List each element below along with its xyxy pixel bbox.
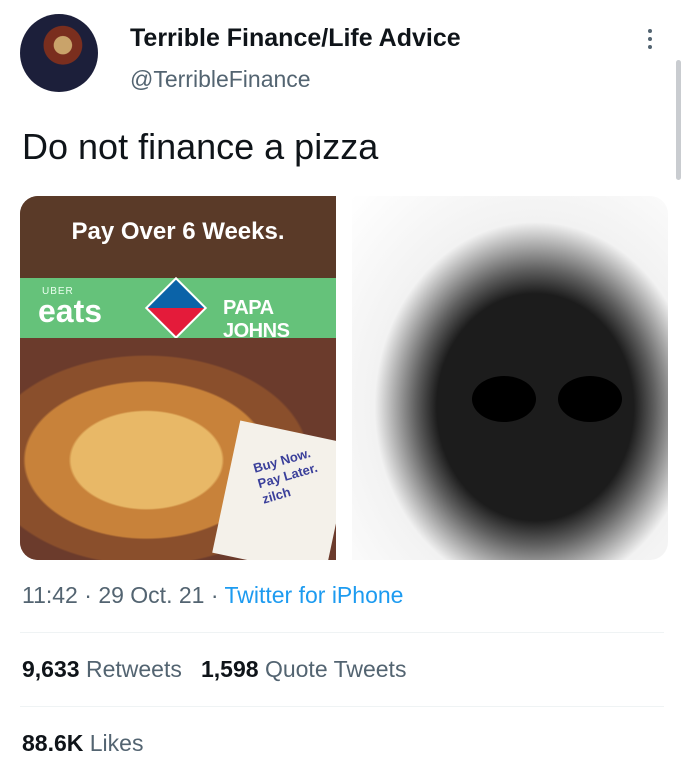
media-image-wojak[interactable] — [352, 196, 668, 560]
divider — [20, 706, 664, 707]
tweet-text: Do not finance a pizza — [22, 126, 379, 167]
papa-johns-logo: PAPA JOHNS — [223, 297, 290, 342]
engagement-stats: 9,633 Retweets 1,598 Quote Tweets — [22, 656, 406, 683]
tweet-media[interactable]: Pay Over 6 Weeks. UBER eats PAPA JOHNS B… — [20, 196, 668, 560]
uber-eats-logo: eats — [38, 293, 103, 329]
likes-stat[interactable]: 88.6K Likes — [22, 730, 143, 757]
divider — [20, 632, 664, 633]
retweets-count: 9,633 — [22, 656, 80, 682]
wojak-right-eye — [558, 376, 622, 422]
quotes-label: Quote Tweets — [264, 656, 407, 682]
retweets-stat[interactable]: 9,633 Retweets — [22, 656, 182, 682]
tweet-time: 11:42 — [22, 582, 78, 608]
source-link[interactable]: Twitter for iPhone — [224, 582, 403, 608]
tweet-date: 29 Oct. 21 — [98, 582, 205, 608]
handle[interactable]: @TerribleFinance — [130, 66, 311, 93]
meta-separator: · — [204, 582, 225, 608]
quotes-count: 1,598 — [201, 656, 259, 682]
quote-tweets-stat[interactable]: 1,598 Quote Tweets — [201, 656, 406, 682]
ad-headline: Pay Over 6 Weeks. — [71, 218, 285, 245]
tweet-meta: 11:42 · 29 Oct. 21 · Twitter for iPhone — [22, 582, 403, 609]
scrollbar[interactable] — [676, 60, 681, 180]
display-name[interactable]: Terrible Finance/Life Advice — [130, 24, 461, 53]
media-image-ad[interactable]: Pay Over 6 Weeks. UBER eats PAPA JOHNS B… — [20, 196, 336, 560]
likes-label: Likes — [89, 730, 144, 756]
more-options-icon[interactable] — [640, 26, 660, 54]
meta-separator: · — [77, 582, 99, 608]
retweets-label: Retweets — [85, 656, 182, 682]
wojak-left-eye — [472, 376, 536, 422]
likes-count: 88.6K — [22, 730, 84, 756]
avatar[interactable] — [20, 14, 98, 92]
